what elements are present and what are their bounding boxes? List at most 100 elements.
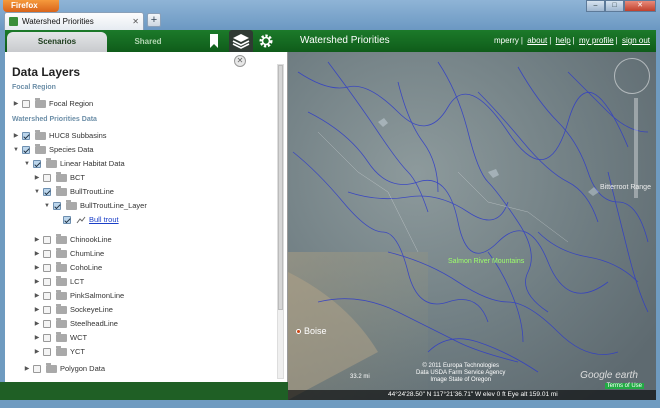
layer-checkbox[interactable]: [43, 319, 51, 328]
layer-checkbox[interactable]: [22, 99, 30, 108]
panel-title: Data Layers: [12, 65, 81, 79]
city-boise[interactable]: Boise: [296, 326, 327, 336]
navigation-compass[interactable]: [614, 58, 650, 94]
tree-item-wct[interactable]: ▶ WCT: [33, 331, 87, 344]
bull-trout-link[interactable]: Bull trout: [89, 215, 119, 224]
tree-item-bulltroutline[interactable]: ▼ BullTroutLine: [33, 185, 114, 198]
layer-checkbox[interactable]: [63, 215, 71, 224]
expand-icon[interactable]: ▶: [33, 264, 41, 271]
layers-icon[interactable]: [229, 30, 253, 52]
data-layers-panel: Data Layers Focal Region ▶ Focal Region W…: [5, 52, 288, 382]
zoom-slider[interactable]: [634, 98, 638, 198]
layer-checkbox[interactable]: [43, 263, 51, 272]
sign-out-link[interactable]: sign out: [622, 36, 650, 45]
help-link[interactable]: help: [556, 36, 571, 45]
collapse-icon[interactable]: ▼: [43, 203, 51, 209]
terms-of-use-link[interactable]: Terms of Use: [604, 383, 644, 389]
folder-icon: [35, 129, 46, 140]
folder-icon: [56, 345, 67, 356]
layer-checkbox[interactable]: [22, 131, 30, 140]
tree-item-focal-region[interactable]: ▶ Focal Region: [12, 97, 93, 110]
expand-icon[interactable]: ▶: [33, 292, 41, 299]
collapse-icon[interactable]: ▼: [33, 189, 41, 195]
expand-icon[interactable]: ▶: [33, 306, 41, 313]
tree-item-linear-habitat[interactable]: ▼ Linear Habitat Data: [23, 157, 125, 170]
browser-titlebar: Firefox Watershed Priorities ✕ + – □ ✕: [0, 0, 660, 30]
section-watershed-data: Watershed Priorities Data: [12, 116, 97, 123]
layer-checkbox[interactable]: [33, 159, 41, 168]
expand-icon[interactable]: ▶: [33, 348, 41, 355]
collapse-icon[interactable]: ▼: [12, 147, 20, 153]
expand-icon[interactable]: ▶: [33, 320, 41, 327]
earth-map[interactable]: Bitterroot Range Salmon River Mountains …: [288, 52, 656, 400]
layer-checkbox[interactable]: [43, 291, 51, 300]
layer-checkbox[interactable]: [43, 333, 51, 342]
tree-item-label: CohoLine: [70, 263, 103, 272]
layer-checkbox[interactable]: [43, 249, 51, 258]
tree-item-species-data[interactable]: ▼ Species Data: [12, 143, 94, 156]
expand-icon[interactable]: ▶: [23, 365, 31, 372]
expand-icon[interactable]: ▶: [33, 236, 41, 243]
layer-checkbox[interactable]: [43, 187, 51, 196]
firefox-menu-button[interactable]: Firefox: [3, 0, 59, 12]
collapse-icon[interactable]: ▼: [23, 161, 31, 167]
attribution-line: Image State of Oregon: [430, 377, 492, 383]
panel-footer: [0, 382, 288, 400]
expand-icon[interactable]: ▶: [33, 278, 41, 285]
username: mperry: [493, 36, 519, 45]
maximize-button[interactable]: □: [605, 0, 624, 12]
app-title: Watershed Priorities: [300, 35, 390, 46]
new-tab-button[interactable]: +: [147, 13, 161, 27]
imagery-attribution: © 2011 Europa Technologies Data USDA Far…: [416, 363, 505, 384]
close-panel-icon[interactable]: ✕: [234, 55, 246, 67]
tree-item-huc8[interactable]: ▶ HUC8 Subbasins: [12, 129, 107, 142]
tab-shared[interactable]: Shared: [113, 32, 183, 52]
tree-item-label: LCT: [70, 277, 85, 286]
layer-checkbox[interactable]: [43, 347, 51, 356]
layer-checkbox[interactable]: [33, 364, 41, 373]
tree-item-coholine[interactable]: ▶ CohoLine: [33, 261, 102, 274]
folder-icon: [56, 289, 67, 300]
about-link[interactable]: about: [527, 36, 547, 45]
tab-scenarios[interactable]: Scenarios: [7, 32, 107, 52]
layer-checkbox[interactable]: [43, 235, 51, 244]
layer-checkbox[interactable]: [43, 173, 51, 182]
expand-icon[interactable]: ▶: [12, 100, 20, 107]
panel-scrollbar[interactable]: [277, 64, 284, 379]
layer-checkbox[interactable]: [43, 277, 51, 286]
tree-item-bulltroutline-layer[interactable]: ▼ BullTroutLine_Layer: [43, 199, 147, 212]
tree-item-bct[interactable]: ▶ BCT: [33, 171, 85, 184]
minimize-button[interactable]: –: [586, 0, 605, 12]
layer-checkbox[interactable]: [43, 305, 51, 314]
tree-item-lct[interactable]: ▶ LCT: [33, 275, 84, 288]
tree-item-sockeyeline[interactable]: ▶ SockeyeLine: [33, 303, 113, 316]
gear-icon[interactable]: [257, 32, 275, 50]
map-label-bitterroot: Bitterroot Range: [600, 184, 651, 191]
layer-checkbox[interactable]: [53, 201, 61, 210]
tree-item-label: SockeyeLine: [70, 305, 113, 314]
tree-item-yct[interactable]: ▶ YCT: [33, 345, 85, 358]
expand-icon[interactable]: ▶: [12, 132, 20, 139]
folder-icon: [56, 275, 67, 286]
tree-item-steelheadline[interactable]: ▶ SteelheadLine: [33, 317, 118, 330]
tree-item-pinksalmonline[interactable]: ▶ PinkSalmonLine: [33, 289, 124, 302]
tree-item-chumline[interactable]: ▶ ChumLine: [33, 247, 104, 260]
tree-item-chinookline[interactable]: ▶ ChinookLine: [33, 233, 112, 246]
folder-icon: [56, 233, 67, 244]
folder-icon: [56, 171, 67, 182]
bookmark-icon[interactable]: [205, 32, 223, 50]
expand-icon[interactable]: ▶: [33, 250, 41, 257]
close-tab-icon[interactable]: ✕: [132, 17, 139, 26]
tree-item-label: Linear Habitat Data: [60, 159, 125, 168]
tree-item-polygon-data[interactable]: ▶ Polygon Data: [23, 362, 105, 375]
layer-checkbox[interactable]: [22, 145, 30, 154]
folder-icon: [56, 331, 67, 342]
expand-icon[interactable]: ▶: [33, 174, 41, 181]
browser-tab[interactable]: Watershed Priorities ✕: [4, 12, 144, 30]
scrollbar-thumb[interactable]: [278, 65, 283, 310]
close-window-button[interactable]: ✕: [624, 0, 656, 12]
tree-item-bull-trout[interactable]: Bull trout: [61, 213, 119, 226]
expand-icon[interactable]: ▶: [33, 334, 41, 341]
my-profile-link[interactable]: my profile: [579, 36, 614, 45]
folder-icon: [56, 261, 67, 272]
